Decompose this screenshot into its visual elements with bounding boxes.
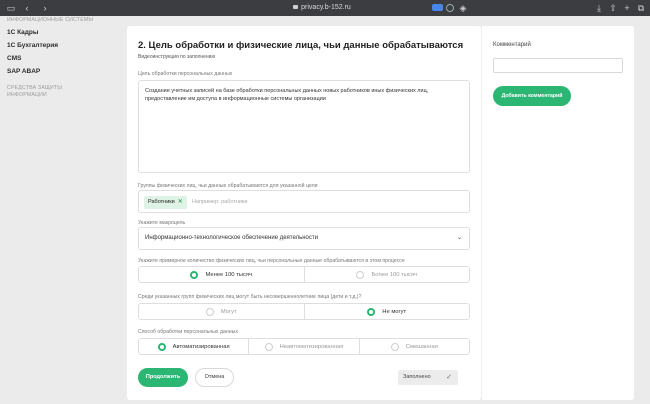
back-icon[interactable]: ‹ [22,3,32,13]
new-tab-icon[interactable]: + [622,3,632,13]
continue-button[interactable]: Продолжить [138,368,188,387]
remove-tag-icon[interactable]: ✕ [178,199,183,205]
groups-tag-input[interactable]: Работники ✕ Например: работники [138,190,470,213]
method-option-mixed-label: Смешанная [405,343,438,350]
radio-empty-icon [356,270,365,279]
form-card: 2. Цель обработки и физические лица, чьи… [127,26,481,400]
sidebar-section-security-2[interactable]: ИНФОРМАЦИИ [7,92,47,99]
groups-placeholder: Например: работники [192,199,248,205]
method-option-manual-label: Неавтоматизированная [279,343,344,350]
radio-selected-icon [157,342,166,351]
method-option-auto[interactable]: Автоматизированная [139,339,250,354]
comments-title: Комментарий [493,42,531,48]
sidebar-section-security-1[interactable]: СРЕДСТВА ЗАЩИТЫ [7,85,62,92]
purpose-textarea[interactable]: Создание учетных записей на базе обработ… [138,80,470,173]
download-icon[interactable]: ⤓ [594,3,604,13]
radio-selected-icon [367,307,376,316]
method-label: Способ обработки персональных данных [138,329,238,335]
share-icon[interactable]: ⇧ [608,3,618,13]
macro-selected-value: Информационно-технологическое обеспечени… [145,235,318,241]
extension-icon[interactable] [446,4,454,12]
minors-option-can[interactable]: Могут [139,304,305,319]
cancel-button[interactable]: Отмена [195,368,234,387]
minors-label: Среди указанных групп физических лиц мог… [138,294,362,300]
radio-empty-icon [205,307,214,316]
url-text: privacy.b-152.ru [301,4,351,11]
video-instruction-link[interactable]: Видеоинструкция по заполнению [138,54,215,60]
radio-empty-icon [390,342,399,351]
sidebar-item-sap-abap[interactable]: SAP ABAP [7,68,40,75]
check-icon: ✓ [446,374,452,381]
tag-chip[interactable]: Работники ✕ [144,196,187,209]
macro-label: Укажите макроцель [138,220,186,226]
minors-option-can-label: Могут [220,308,237,315]
method-option-mixed[interactable]: Смешанная [360,339,469,354]
forward-icon[interactable]: › [40,3,50,13]
filled-status-label: Заполнено [403,374,431,380]
count-option-more-label: Более 100 тысяч [371,271,417,278]
browser-toolbar: ▭ ‹ › privacy.b-152.ru ◈ ⤓ ⇧ + ⧉ [0,0,650,16]
count-option-more[interactable]: Более 100 тысяч [305,267,470,282]
sidebar-toggle-icon[interactable]: ▭ [6,3,16,13]
filled-status[interactable]: Заполнено ✓ [398,370,458,385]
method-radio-group: Автоматизированная Неавтоматизированная … [138,338,470,355]
sidebar-section-info-systems: ИНФОРМАЦИОННЫЕ СИСТЕМЫ [7,17,94,23]
purpose-label: Цель обработки персональных данных [138,71,233,77]
shield-icon[interactable]: ◈ [458,3,468,13]
method-option-manual[interactable]: Неавтоматизированная [249,339,360,354]
tabs-overview-icon[interactable]: ⧉ [636,3,646,13]
sidebar-item-1c-accounting[interactable]: 1С Бухгалтерия [7,42,58,49]
sidebar-item-1c-hr[interactable]: 1С Кадры [7,29,38,36]
macro-select[interactable]: Информационно-технологическое обеспечени… [138,227,470,250]
chevron-down-icon: ⌄ [456,235,462,241]
count-label: Укажите примерное количество физических … [138,258,405,264]
minors-option-cannot[interactable]: Не могут [305,304,470,319]
comments-panel: Комментарий Добавить комментарий [481,26,634,400]
count-option-less[interactable]: Менее 100 тысяч [139,267,305,282]
radio-empty-icon [264,342,273,351]
page-title: 2. Цель обработки и физические лица, чьи… [138,40,464,51]
minors-option-cannot-label: Не могут [382,308,407,315]
count-radio-group: Менее 100 тысяч Более 100 тысяч [138,266,470,283]
translate-extension-icon[interactable] [432,4,443,11]
method-option-auto-label: Автоматизированная [172,343,230,350]
groups-label: Группы физических лиц, чьи данные обраба… [138,183,318,189]
sidebar: ИНФОРМАЦИОННЫЕ СИСТЕМЫ 1С Кадры 1С Бухга… [0,16,126,404]
add-comment-button[interactable]: Добавить комментарий [493,86,571,106]
comment-input[interactable] [493,58,623,73]
count-option-less-label: Менее 100 тысяч [205,271,253,278]
minors-radio-group: Могут Не могут [138,303,470,320]
lock-icon [293,5,299,10]
radio-selected-icon [190,270,199,279]
address-bar[interactable]: privacy.b-152.ru [262,3,382,13]
tag-chip-label: Работники [148,199,175,205]
sidebar-item-cms[interactable]: CMS [7,55,21,62]
